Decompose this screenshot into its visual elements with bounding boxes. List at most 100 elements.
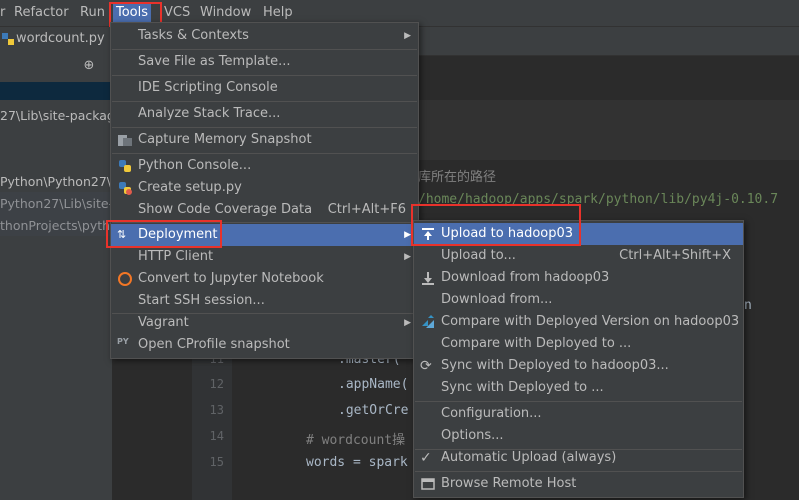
menu-item-sync-to[interactable]: Sync with Deployed to ...: [414, 377, 743, 399]
menu-item-shortcut: Ctrl+Alt+F6: [327, 202, 406, 217]
menu-item-label: Compare with Deployed to ...: [441, 336, 632, 351]
menu-item-compare-to[interactable]: Compare with Deployed to ...: [414, 333, 743, 355]
code-comment: 库所在的路径: [418, 170, 497, 185]
menu-item-label: Configuration...: [441, 406, 542, 421]
menu-item-code-coverage[interactable]: Show Code Coverage Data Ctrl+Alt+F6: [111, 199, 418, 221]
deployment-submenu: Upload to hadoop03 Upload to... Ctrl+Alt…: [413, 220, 744, 498]
menu-refactor[interactable]: Refactor: [14, 4, 69, 22]
tools-menu: Tasks & Contexts ▶ Save File as Template…: [110, 22, 419, 359]
menu-item-automatic-upload[interactable]: ✓ Automatic Upload (always): [414, 447, 743, 469]
tree-path[interactable]: Python\Python27\Li: [0, 174, 121, 189]
python-file-icon: [2, 33, 14, 45]
menu-item-ide-scripting[interactable]: IDE Scripting Console: [111, 77, 418, 99]
code-line: .appName(: [338, 377, 409, 392]
menu-item-label: Create setup.py: [138, 180, 242, 195]
menu-item-create-setup[interactable]: Create setup.py: [111, 177, 418, 199]
tree-selection: [0, 192, 112, 236]
menu-item-label: Options...: [441, 428, 504, 443]
menu-item-label: Analyze Stack Trace...: [138, 106, 281, 121]
code-fragment: n: [744, 298, 752, 313]
download-icon: [420, 270, 436, 286]
menu-item-label: Download from hadoop03: [441, 270, 610, 285]
menu-item-label: Sync with Deployed to hadoop03...: [441, 358, 669, 373]
menu-item-label: Convert to Jupyter Notebook: [138, 271, 324, 286]
menu-separator: [112, 127, 417, 128]
menu-item-label: Python Console...: [138, 158, 252, 173]
menu-item-shortcut: Ctrl+Alt+Shift+X: [619, 248, 731, 263]
menu-item-ssh-session[interactable]: Start SSH session...: [111, 290, 418, 312]
menu-help[interactable]: Help: [263, 4, 293, 22]
line-number: 12: [209, 377, 224, 391]
menu-item-label: Open CProfile snapshot: [138, 337, 290, 352]
menu-item-options[interactable]: Options...: [414, 425, 743, 447]
menu-item-jupyter[interactable]: Convert to Jupyter Notebook: [111, 268, 418, 290]
menu-item-browse-remote[interactable]: Browse Remote Host: [414, 473, 743, 495]
code-line: .getOrCre: [338, 403, 409, 418]
menu-item-download-from[interactable]: Download from...: [414, 289, 743, 311]
menu-item-download-hadoop03[interactable]: Download from hadoop03: [414, 267, 743, 289]
memory-snapshot-icon: [117, 132, 133, 148]
menu-vcs[interactable]: VCS: [164, 4, 190, 22]
menu-separator: [415, 471, 742, 472]
menu-item-save-template[interactable]: Save File as Template...: [111, 51, 418, 73]
check-icon: ✓: [420, 450, 432, 466]
tree-path[interactable]: 27\Lib\site-package: [0, 108, 123, 123]
upload-highlight-box: [411, 204, 581, 246]
menu-item-label: Browse Remote Host: [441, 476, 577, 491]
menu-item-label: Save File as Template...: [138, 54, 291, 69]
menu-item-label: Capture Memory Snapshot: [138, 132, 312, 147]
menu-item-cprofile[interactable]: PY Open CProfile snapshot: [111, 334, 418, 356]
menu-item-http-client[interactable]: HTTP Client ▶: [111, 246, 418, 268]
menu-item-label: Compare with Deployed Version on hadoop0…: [441, 314, 740, 329]
menu-item-label: Automatic Upload (always): [441, 450, 617, 465]
line-number: 14: [209, 429, 224, 443]
menu-item-label: Start SSH session...: [138, 293, 265, 308]
cprofile-icon: PY: [117, 337, 129, 346]
menu-item-vagrant[interactable]: Vagrant ▶: [111, 312, 418, 334]
menu-separator: [415, 401, 742, 402]
line-gutter: 11 12 13 14 15: [192, 340, 232, 500]
menu-item-label: Show Code Coverage Data: [138, 202, 313, 217]
menu-separator: [112, 153, 417, 154]
python-icon: [117, 158, 133, 174]
menu-item-label: IDE Scripting Console: [138, 80, 278, 95]
menu-partial[interactable]: r: [0, 4, 5, 22]
menu-item-capture-memory[interactable]: Capture Memory Snapshot: [111, 129, 418, 151]
deployment-highlight-box: [106, 220, 222, 248]
submenu-arrow-icon: ▶: [404, 252, 411, 262]
jupyter-icon: [117, 271, 133, 287]
submenu-arrow-icon: ▶: [404, 230, 411, 240]
code-comment: # wordcount操: [306, 433, 406, 448]
menu-separator: [112, 49, 417, 50]
line-number: 13: [209, 403, 224, 417]
menu-run[interactable]: Run: [80, 4, 105, 22]
menu-separator: [112, 75, 417, 76]
sync-icon: ⟳: [420, 358, 432, 374]
menu-item-label: HTTP Client: [138, 249, 214, 264]
browse-remote-icon: [420, 476, 436, 492]
menu-item-compare-hadoop03[interactable]: Compare with Deployed Version on hadoop0…: [414, 311, 743, 333]
settings-icon[interactable]: ⊕: [82, 59, 96, 73]
compare-icon: [420, 314, 436, 330]
menu-item-python-console[interactable]: Python Console...: [111, 155, 418, 177]
menu-item-label: Tasks & Contexts: [138, 28, 249, 43]
submenu-arrow-icon: ▶: [404, 318, 411, 328]
python-setup-icon: [117, 180, 133, 196]
menu-item-label: Upload to...: [441, 248, 516, 263]
menu-window[interactable]: Window: [200, 4, 251, 22]
menu-item-upload-to[interactable]: Upload to... Ctrl+Alt+Shift+X: [414, 245, 743, 267]
file-tab-label: wordcount.py: [16, 31, 105, 46]
line-number: 15: [209, 455, 224, 469]
menu-separator: [112, 101, 417, 102]
menu-item-configuration[interactable]: Configuration...: [414, 403, 743, 425]
file-tab[interactable]: wordcount.py: [0, 28, 112, 52]
menu-item-label: Vagrant: [138, 315, 189, 330]
selection-strip: [0, 82, 112, 100]
code-line: words = spark: [306, 455, 408, 470]
menu-item-label: Download from...: [441, 292, 553, 307]
menu-item-sync-hadoop03[interactable]: ⟳ Sync with Deployed to hadoop03...: [414, 355, 743, 377]
menu-item-analyze-stack[interactable]: Analyze Stack Trace...: [111, 103, 418, 125]
menu-item-tasks-contexts[interactable]: Tasks & Contexts ▶: [111, 25, 418, 47]
menu-item-label: Sync with Deployed to ...: [441, 380, 604, 395]
submenu-arrow-icon: ▶: [404, 31, 411, 41]
